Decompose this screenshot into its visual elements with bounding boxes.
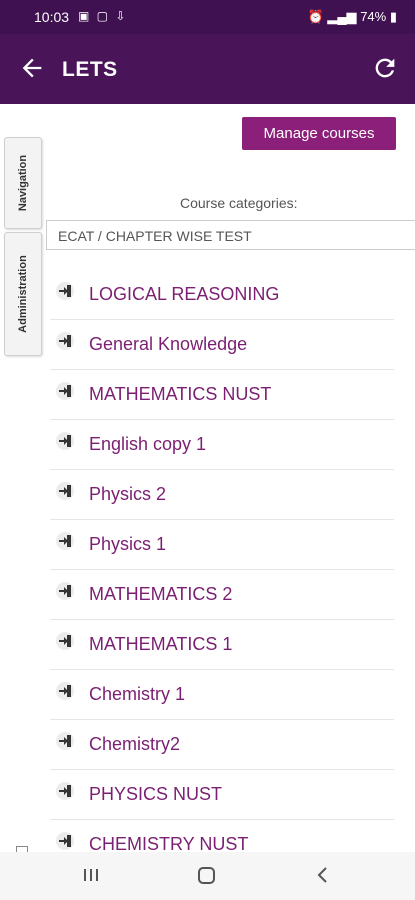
enter-course-icon (56, 682, 74, 700)
enter-course-icon (56, 282, 74, 300)
course-name[interactable]: MATHEMATICS NUST (89, 384, 271, 405)
course-list-item[interactable]: MATHEMATICS 1 (50, 620, 394, 670)
recent-apps-icon[interactable] (82, 866, 100, 889)
enter-course-icon (56, 632, 74, 650)
enter-course-icon (56, 782, 74, 800)
battery-level: 74% (360, 9, 387, 24)
course-list-item[interactable]: General Knowledge (50, 320, 394, 370)
course-name[interactable]: LOGICAL REASONING (89, 284, 279, 305)
page-title: LETS (62, 58, 118, 81)
status-right: ⏰ ▂▄▆ 74% ▮ (308, 9, 397, 25)
course-categories-label: Course categories: (180, 195, 298, 211)
enter-course-icon (56, 332, 74, 350)
notification-icons: ▣ ▢ ⇩ (78, 9, 128, 23)
course-list-item[interactable]: MATHEMATICS NUST (50, 370, 394, 420)
back-arrow-icon[interactable] (18, 54, 46, 82)
back-nav-icon[interactable] (314, 866, 332, 889)
course-list-item[interactable]: English copy 1 (50, 420, 394, 470)
course-list-item[interactable]: Chemistry2 (50, 720, 394, 770)
course-list-item[interactable]: Chemistry 1 (50, 670, 394, 720)
enter-course-icon (56, 432, 74, 450)
system-nav-bar (0, 852, 415, 900)
course-name[interactable]: Physics 2 (89, 484, 166, 505)
enter-course-icon (56, 382, 74, 400)
manage-courses-button[interactable]: Manage courses (242, 117, 396, 150)
course-list-item[interactable]: PHYSICS NUST (50, 770, 394, 820)
course-category-select[interactable]: ECAT / CHAPTER WISE TEST (46, 220, 415, 250)
course-list-item[interactable]: Physics 1 (50, 520, 394, 570)
course-list-item[interactable]: Physics 2 (50, 470, 394, 520)
course-name[interactable]: MATHEMATICS 2 (89, 584, 232, 605)
course-name[interactable]: Chemistry 1 (89, 684, 185, 705)
navigation-tab[interactable]: Navigation (4, 137, 42, 229)
enter-course-icon (56, 732, 74, 750)
alarm-icon: ⏰ (307, 9, 324, 24)
enter-course-icon (56, 532, 74, 550)
administration-tab-label: Administration (17, 255, 29, 333)
enter-course-icon (56, 832, 74, 850)
navigation-tab-label: Navigation (17, 154, 29, 212)
course-name[interactable]: English copy 1 (89, 434, 206, 455)
enter-course-icon (56, 482, 74, 500)
course-list-item[interactable]: LOGICAL REASONING (50, 270, 394, 320)
course-list: LOGICAL REASONING General Knowledge MATHEM… (50, 270, 394, 870)
course-name[interactable]: Physics 1 (89, 534, 166, 555)
battery-icon: ▮ (389, 9, 397, 24)
course-name[interactable]: General Knowledge (89, 334, 247, 355)
status-bar: 10:03 ▣ ▢ ⇩ ⏰ ▂▄▆ 74% ▮ (0, 0, 415, 34)
course-list-item[interactable]: MATHEMATICS 2 (50, 570, 394, 620)
course-name[interactable]: Chemistry2 (89, 734, 180, 755)
course-name[interactable]: MATHEMATICS 1 (89, 634, 232, 655)
enter-course-icon (56, 582, 74, 600)
administration-tab[interactable]: Administration (4, 232, 42, 356)
course-category-value: ECAT / CHAPTER WISE TEST (58, 228, 252, 244)
signal-icon: ▂▄▆ (327, 9, 357, 24)
course-name[interactable]: PHYSICS NUST (89, 784, 222, 805)
app-bar: LETS (0, 34, 415, 104)
status-time: 10:03 (34, 9, 70, 25)
home-icon[interactable] (197, 866, 217, 891)
refresh-icon[interactable] (371, 54, 399, 82)
